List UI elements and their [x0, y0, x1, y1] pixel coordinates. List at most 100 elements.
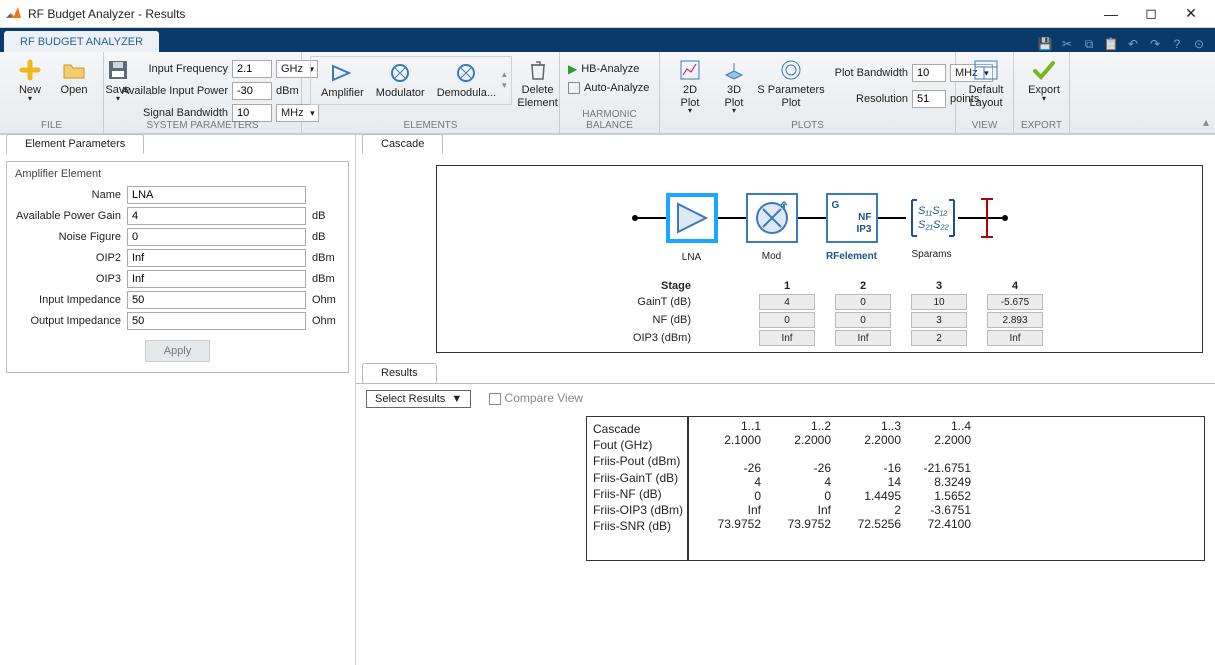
nf-field[interactable] [127, 228, 306, 246]
maximize-button[interactable]: ◻ [1131, 0, 1171, 28]
cell: 3 [911, 312, 967, 328]
resolution-field[interactable] [912, 90, 946, 108]
row-header: Friis-NF (dB) [593, 486, 687, 502]
output-port [986, 198, 988, 238]
cell: Inf [695, 503, 765, 517]
checkbox-icon [568, 82, 580, 94]
check-icon [1032, 58, 1056, 82]
svg-text:S₁₁S₁₂: S₁₁S₁₂ [918, 205, 948, 217]
delete-element-button[interactable]: Delete Element [516, 56, 560, 111]
qat-cut-icon[interactable]: ✂ [1059, 36, 1075, 52]
signal-bw-label: Signal Bandwidth [112, 107, 228, 119]
cell: -3.6751 [905, 503, 975, 517]
qat-undo-icon[interactable]: ↶ [1125, 36, 1141, 52]
cell: 73.9752 [695, 517, 765, 531]
cascade-diagram[interactable]: LNA Mod GNFIP3 RFelement S₁₁S₁₂ S₂₁S₂₂ [445, 178, 1194, 258]
qat-paste-icon[interactable]: 📋 [1103, 36, 1119, 52]
qat-copy-icon[interactable]: ⧉ [1081, 36, 1097, 52]
add-modulator-button[interactable]: Modulator [370, 59, 431, 102]
zin-label: Input Impedance [15, 294, 127, 306]
cell: 1.5652 [905, 489, 975, 503]
row-header: Friis-SNR (dB) [593, 518, 687, 534]
input-freq-label: Input Frequency [112, 63, 228, 75]
cell: 2 [911, 330, 967, 346]
node-lna[interactable]: LNA [666, 193, 718, 243]
oip3-label: OIP3 [15, 273, 127, 285]
close-button[interactable]: ✕ [1171, 0, 1211, 28]
cell: 0 [835, 312, 891, 328]
group-export: EXPORT [1014, 120, 1069, 131]
input-freq-field[interactable] [232, 60, 272, 78]
cell: 8.3249 [905, 475, 975, 489]
minimize-button[interactable]: — [1091, 0, 1131, 28]
hb-analyze-button[interactable]: ▶ HB-Analyze [568, 62, 639, 76]
plot-bw-field[interactable] [912, 64, 946, 82]
cell: -16 [835, 461, 905, 475]
open-button[interactable]: Open [52, 56, 96, 99]
cell: 73.9752 [765, 517, 835, 531]
new-button[interactable]: New▾ [8, 56, 52, 101]
cell: 0 [765, 489, 835, 503]
svg-text:S₂₁S₂₂: S₂₁S₂₂ [918, 219, 950, 231]
cell: 2 [835, 503, 905, 517]
node-mod[interactable]: Mod [746, 193, 798, 243]
row-header: Friis-GainT (dB) [593, 470, 687, 486]
oip2-unit: dBm [306, 252, 340, 264]
node-label: Mod [732, 251, 812, 262]
sparam-plot-button[interactable]: S Parameters Plot [756, 56, 826, 111]
gain-field[interactable] [127, 207, 306, 225]
ribbon-tab-main[interactable]: RF BUDGET ANALYZER [4, 31, 159, 52]
plot-3d-button[interactable]: 3D Plot▾ [712, 56, 756, 113]
qat-save-icon[interactable]: 💾 [1037, 36, 1053, 52]
gain-unit: dB [306, 210, 340, 222]
cell: 2.2000 [905, 433, 975, 447]
add-amplifier-button[interactable]: Amplifier [315, 59, 370, 102]
nf-label: Noise Figure [15, 231, 127, 243]
plot-2d-button[interactable]: 2D Plot▾ [668, 56, 712, 113]
default-layout-button[interactable]: Default Layout [964, 56, 1008, 111]
tab-element-parameters[interactable]: Element Parameters [6, 134, 144, 154]
play-icon: ▶ [568, 62, 577, 76]
compare-view-checkbox[interactable]: Compare View [489, 391, 583, 405]
tab-results[interactable]: Results [362, 363, 437, 383]
name-field[interactable] [127, 186, 306, 204]
stage-col: 3 [911, 280, 967, 292]
oip2-label: OIP2 [15, 252, 127, 264]
node-label: LNA [652, 252, 732, 263]
qat-help-icon[interactable]: ? [1169, 36, 1185, 52]
cell: 72.5256 [835, 517, 905, 531]
oip2-field[interactable] [127, 249, 306, 267]
cell: 4 [765, 475, 835, 489]
panel-title: Amplifier Element [15, 168, 340, 180]
node-sparams[interactable]: S₁₁S₁₂S₂₁S₂₂ Sparams [906, 193, 958, 243]
stage-header: Stage [445, 280, 705, 292]
amplifier-icon [330, 61, 354, 85]
zout-label: Output Impedance [15, 315, 127, 327]
cell: -26 [695, 461, 765, 475]
cell: 10 [911, 294, 967, 310]
select-results-button[interactable]: Select Results▼ [366, 390, 471, 408]
apply-button[interactable]: Apply [145, 340, 211, 362]
add-demodulator-button[interactable]: Demodula... [431, 59, 502, 102]
auto-analyze-checkbox[interactable]: Auto-Analyze [568, 82, 649, 94]
oip3-field[interactable] [127, 270, 306, 288]
cell: 0 [759, 312, 815, 328]
collapse-ribbon-icon[interactable]: ▴ [1203, 115, 1209, 129]
qat-redo-icon[interactable]: ↷ [1147, 36, 1163, 52]
group-view: VIEW [956, 120, 1013, 131]
avail-power-field[interactable] [232, 82, 272, 100]
oip3-unit: dBm [306, 273, 340, 285]
node-rfelement[interactable]: GNFIP3 RFelement [826, 193, 878, 243]
export-button[interactable]: Export▾ [1022, 56, 1066, 101]
nf-row-label: NF (dB) [445, 314, 705, 326]
col-header: 1..4 [905, 419, 975, 433]
zout-field[interactable] [127, 312, 306, 330]
cell: Inf [835, 330, 891, 346]
zin-field[interactable] [127, 291, 306, 309]
tab-cascade[interactable]: Cascade [362, 134, 443, 154]
name-label: Name [15, 189, 127, 201]
cell: 2.2000 [835, 433, 905, 447]
checkbox-icon [489, 393, 501, 405]
col-header: 1..2 [765, 419, 835, 433]
qat-more-icon[interactable]: ⊙ [1191, 36, 1207, 52]
